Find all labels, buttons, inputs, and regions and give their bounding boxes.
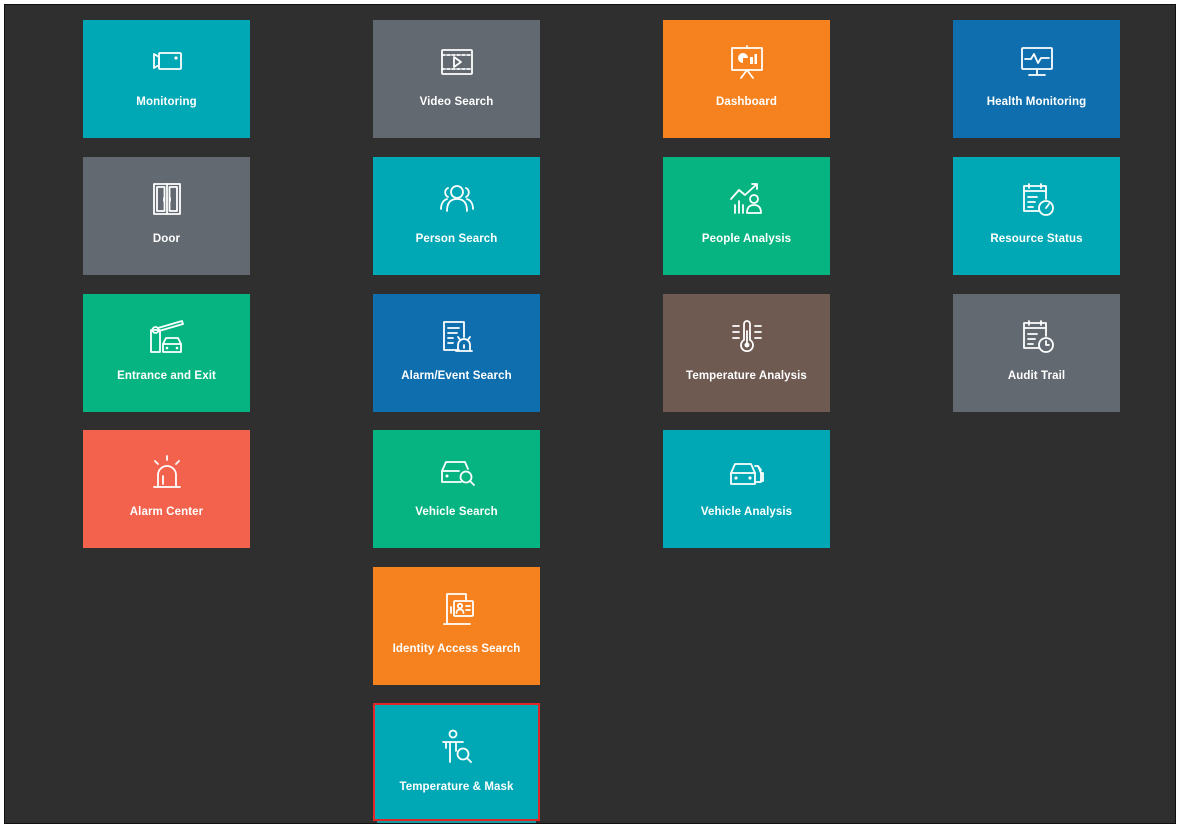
tile-vehicle-analysis[interactable]: Vehicle Analysis — [663, 430, 830, 548]
clipboard-clock-icon — [953, 320, 1120, 353]
tile-audit-trail[interactable]: Audit Trail — [953, 294, 1120, 412]
tile-temperature-analysis[interactable]: Temperature Analysis — [663, 294, 830, 412]
barrier-gate-car-icon — [83, 320, 250, 353]
door-id-card-icon — [373, 593, 540, 625]
tile-identity-access-search[interactable]: Identity Access Search — [373, 567, 540, 685]
car-search-icon — [373, 456, 540, 488]
video-player-icon — [373, 46, 540, 78]
tile-label: Alarm Center — [129, 506, 204, 518]
heartbeat-monitor-icon — [953, 46, 1120, 78]
tile-label: Dashboard — [716, 96, 777, 108]
tile-door[interactable]: Door — [83, 157, 250, 275]
tile-label: Monitoring — [136, 96, 197, 108]
tile-alarm-event-search[interactable]: Alarm/Event Search — [373, 294, 540, 412]
tile-video-search[interactable]: Video Search — [373, 20, 540, 138]
people-trend-icon — [663, 183, 830, 215]
tile-label: Temperature Analysis — [686, 370, 807, 382]
tile-label: Identity Access Search — [392, 643, 521, 655]
presentation-chart-icon — [663, 45, 830, 79]
tile-health-monitoring[interactable]: Health Monitoring — [953, 20, 1120, 138]
person-scan-icon — [375, 729, 538, 763]
alarm-siren-icon — [83, 455, 250, 488]
document-alarm-icon — [373, 320, 540, 352]
tile-alarm-center[interactable]: Alarm Center — [83, 430, 250, 548]
group-people-icon — [373, 183, 540, 215]
tile-entrance-and-exit[interactable]: Entrance and Exit — [83, 294, 250, 412]
tile-label: Vehicle Search — [415, 506, 498, 518]
tile-temperature-and-mask[interactable]: Temperature & Mask — [373, 703, 540, 823]
clipboard-gauge-icon — [953, 183, 1120, 216]
tile-label: Vehicle Analysis — [700, 506, 793, 518]
tile-vehicle-search[interactable]: Vehicle Search — [373, 430, 540, 548]
tile-dashboard[interactable]: Dashboard — [663, 20, 830, 138]
tile-label: Audit Trail — [1007, 370, 1066, 382]
tile-label: Door — [152, 233, 181, 245]
tile-label: Temperature & Mask — [399, 781, 514, 793]
tile-label: Health Monitoring — [986, 96, 1087, 108]
tile-resource-status[interactable]: Resource Status — [953, 157, 1120, 275]
double-door-icon — [83, 183, 250, 215]
tile-label: Video Search — [419, 96, 494, 108]
camera-icon — [83, 46, 250, 78]
tile-label: Person Search — [415, 233, 498, 245]
cars-icon — [663, 456, 830, 488]
app-menu-panel: Monitoring Video Search Dashboard Health… — [4, 4, 1176, 824]
tile-label: People Analysis — [701, 233, 792, 245]
thermometer-icon — [663, 320, 830, 353]
tile-person-search[interactable]: Person Search — [373, 157, 540, 275]
tile-label: Entrance and Exit — [117, 370, 216, 382]
tile-monitoring[interactable]: Monitoring — [83, 20, 250, 138]
tile-label: Resource Status — [990, 233, 1083, 245]
tile-people-analysis[interactable]: People Analysis — [663, 157, 830, 275]
tile-label: Alarm/Event Search — [401, 370, 512, 382]
